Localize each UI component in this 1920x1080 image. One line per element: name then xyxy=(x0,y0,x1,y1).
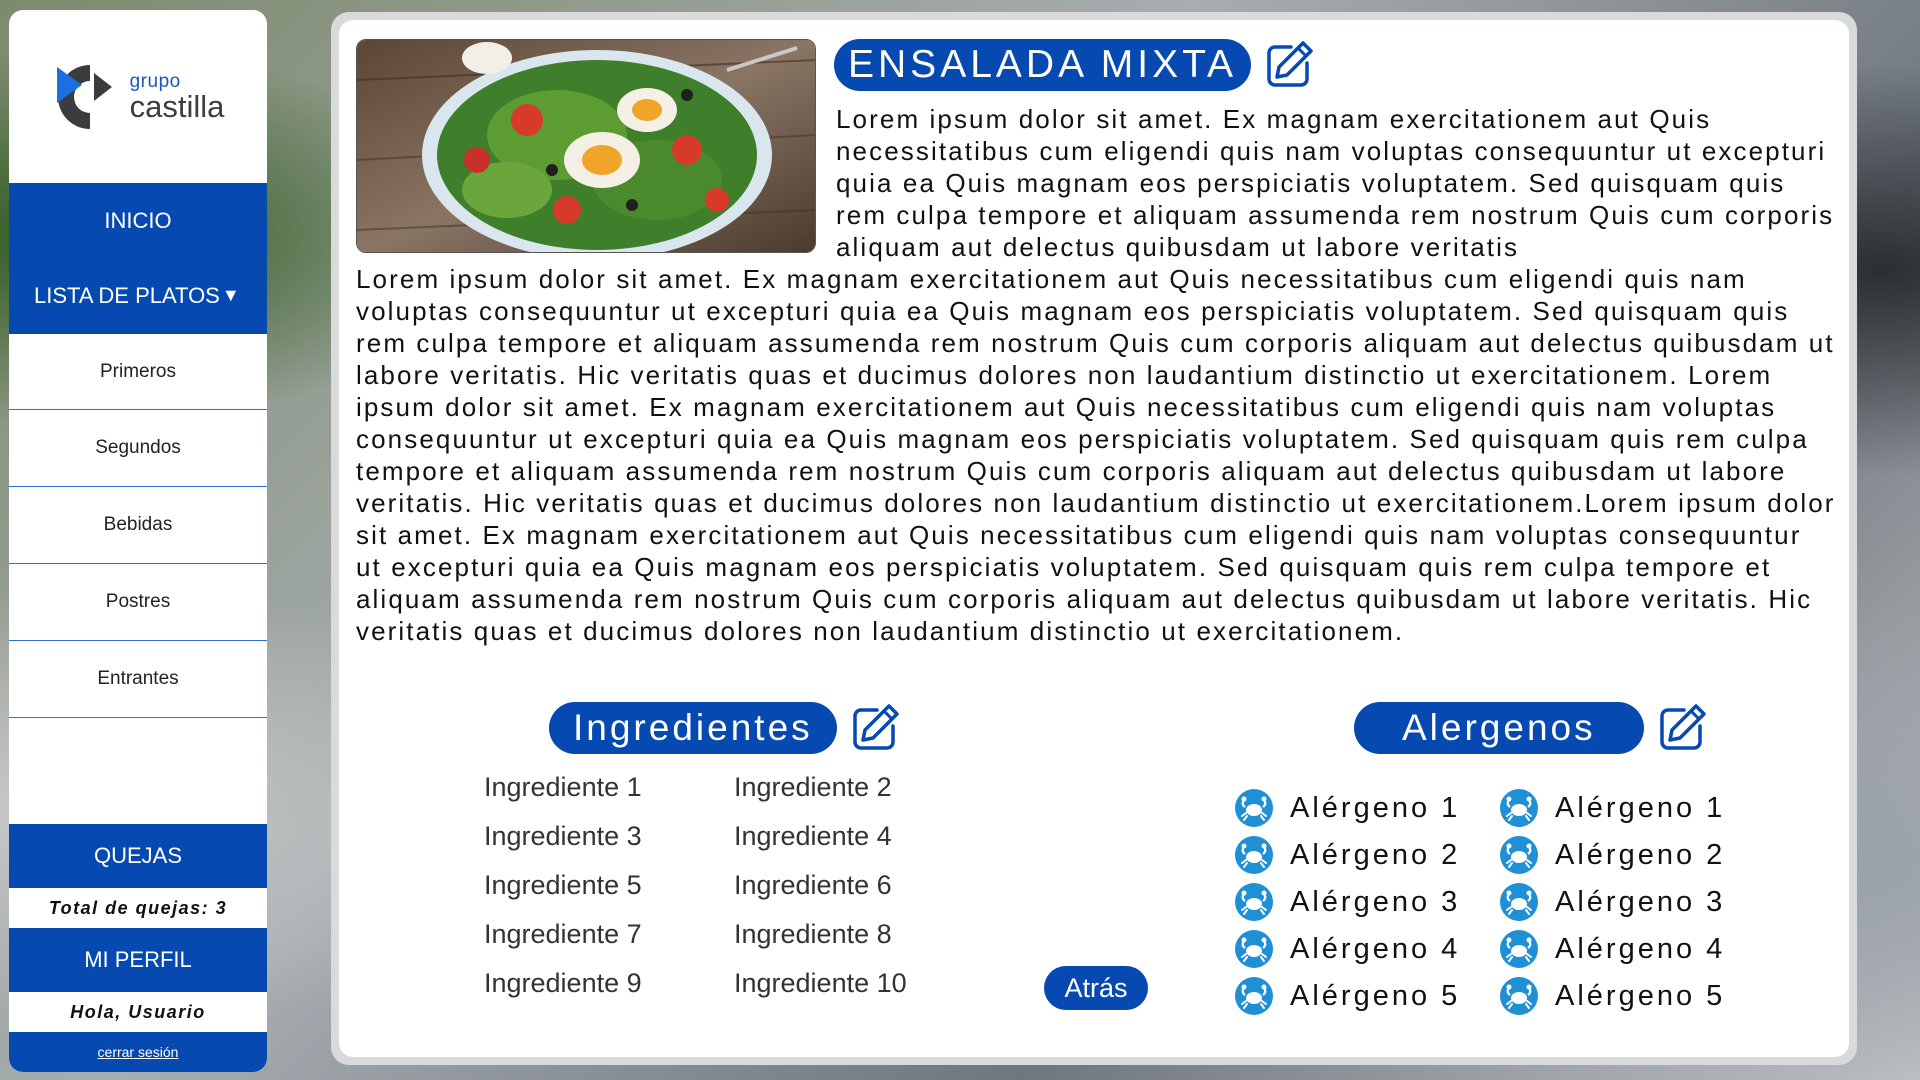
allergen-item: Alérgeno 2 xyxy=(1234,835,1499,875)
allergen-label: Alérgeno 4 xyxy=(1290,932,1461,965)
crab-icon xyxy=(1499,976,1539,1016)
salad-image-icon xyxy=(357,40,815,252)
dish-title-row: ENSALADA MIXTA xyxy=(834,39,1315,91)
crab-icon xyxy=(1234,929,1274,969)
brand-name: grupo castilla xyxy=(130,72,225,122)
dish-description: Lorem ipsum dolor sit amet. Ex magnam ex… xyxy=(356,264,1836,646)
crab-icon xyxy=(1234,835,1274,875)
submenu-item-bebidas[interactable]: Bebidas xyxy=(9,487,267,564)
chevron-down-icon: ▼ xyxy=(221,285,240,305)
dish-description-top: Lorem ipsum dolor sit amet. Ex magnam ex… xyxy=(836,104,1835,262)
submenu-item-segundos[interactable]: Segundos xyxy=(9,410,267,487)
ingredient-item: Ingrediente 4 xyxy=(734,821,892,851)
ingredient-item: Ingrediente 6 xyxy=(734,870,892,900)
submenu-item-primeros[interactable]: Primeros xyxy=(9,334,267,410)
allergen-item: Alérgeno 5 xyxy=(1234,976,1499,1016)
dish-photo xyxy=(356,39,816,253)
allergen-label: Alérgeno 3 xyxy=(1555,885,1726,918)
logout-link[interactable]: cerrar sesión xyxy=(98,1044,179,1060)
back-button[interactable]: Atrás xyxy=(1044,966,1148,1010)
ingredient-item: Ingrediente 2 xyxy=(734,772,892,802)
allergen-item: Alérgeno 4 xyxy=(1234,929,1499,969)
ingredient-item: Ingrediente 10 xyxy=(734,968,907,998)
ingredients-title: Ingredientes xyxy=(549,702,837,754)
ingredients-list: Ingrediente 1 Ingrediente 2 Ingrediente … xyxy=(484,770,934,1001)
ingredient-item: Ingrediente 3 xyxy=(484,821,642,851)
user-greeting: Hola, Usuario xyxy=(70,1001,206,1022)
allergen-label: Alérgeno 4 xyxy=(1555,932,1726,965)
edit-ingredients-icon[interactable] xyxy=(849,702,901,754)
ingredient-item: Ingrediente 1 xyxy=(484,772,642,802)
allergen-item: Alérgeno 5 xyxy=(1499,976,1754,1016)
submenu-item-postres[interactable]: Postres xyxy=(9,564,267,641)
crab-icon xyxy=(1499,882,1539,922)
dish-detail-card: ENSALADA MIXTA Lorem ipsum dolor sit ame… xyxy=(339,20,1849,1057)
logout-bar: cerrar sesión xyxy=(9,1032,267,1072)
dish-title: ENSALADA MIXTA xyxy=(834,39,1252,91)
grupo-castilla-logo-icon xyxy=(56,64,112,129)
crab-icon xyxy=(1499,835,1539,875)
allergen-label: Alérgeno 2 xyxy=(1555,838,1726,871)
allergen-label: Alérgeno 1 xyxy=(1555,791,1726,824)
crab-icon xyxy=(1234,976,1274,1016)
allergen-item: Alérgeno 2 xyxy=(1499,835,1754,875)
ingredient-item: Ingrediente 7 xyxy=(484,919,642,949)
nav-lista-label: LISTA DE PLATOS xyxy=(34,282,220,308)
crab-icon xyxy=(1234,788,1274,828)
allergens-header: Alergenos xyxy=(1354,702,1708,754)
allergens-title: Alergenos xyxy=(1354,702,1644,754)
ingredient-item: Ingrediente 5 xyxy=(484,870,642,900)
allergen-label: Alérgeno 5 xyxy=(1555,979,1726,1012)
allergen-item: Alérgeno 3 xyxy=(1234,882,1499,922)
main-nav: INICIO LISTA DE PLATOS ▼ xyxy=(9,183,267,334)
crab-icon xyxy=(1234,882,1274,922)
edit-pencil-icon[interactable] xyxy=(1263,39,1315,91)
allergen-label: Alérgeno 2 xyxy=(1290,838,1461,871)
submenu-item-entrantes[interactable]: Entrantes xyxy=(9,641,267,718)
crab-icon xyxy=(1499,788,1539,828)
allergen-item: Alérgeno 1 xyxy=(1499,788,1754,828)
nav-mi-perfil[interactable]: MI PERFIL xyxy=(9,928,267,992)
brand-logo[interactable]: grupo castilla xyxy=(9,10,267,183)
allergen-label: Alérgeno 5 xyxy=(1290,979,1461,1012)
allergens-list: Alérgeno 1 Alérgeno 1 Alérgeno 2 Alérgeno 2… xyxy=(1234,788,1754,1016)
ingredient-item: Ingrediente 9 xyxy=(484,968,642,998)
allergen-item: Alérgeno 1 xyxy=(1234,788,1499,828)
ingredient-item: Ingrediente 8 xyxy=(734,919,892,949)
nav-lista-de-platos[interactable]: LISTA DE PLATOS ▼ xyxy=(9,258,267,333)
ingredients-header: Ingredientes xyxy=(549,702,901,754)
brand-small-text: grupo xyxy=(129,70,181,92)
allergen-item: Alérgeno 4 xyxy=(1499,929,1754,969)
brand-big-text: castilla xyxy=(129,88,225,124)
nav-inicio[interactable]: INICIO xyxy=(9,183,267,258)
crab-icon xyxy=(1499,929,1539,969)
allergen-item: Alérgeno 3 xyxy=(1499,882,1754,922)
nav-quejas[interactable]: QUEJAS xyxy=(9,824,267,888)
allergen-label: Alérgeno 1 xyxy=(1290,791,1461,824)
main-panel: ENSALADA MIXTA Lorem ipsum dolor sit ame… xyxy=(331,12,1857,1065)
edit-allergens-icon[interactable] xyxy=(1656,702,1708,754)
allergen-label: Alérgeno 3 xyxy=(1290,885,1461,918)
complaints-total: Total de quejas: 3 xyxy=(48,897,228,918)
dish-category-submenu: Primeros Segundos Bebidas Postres Entran… xyxy=(9,334,267,718)
sidebar: grupo castilla INICIO LISTA DE PLATOS ▼ … xyxy=(9,10,267,1072)
